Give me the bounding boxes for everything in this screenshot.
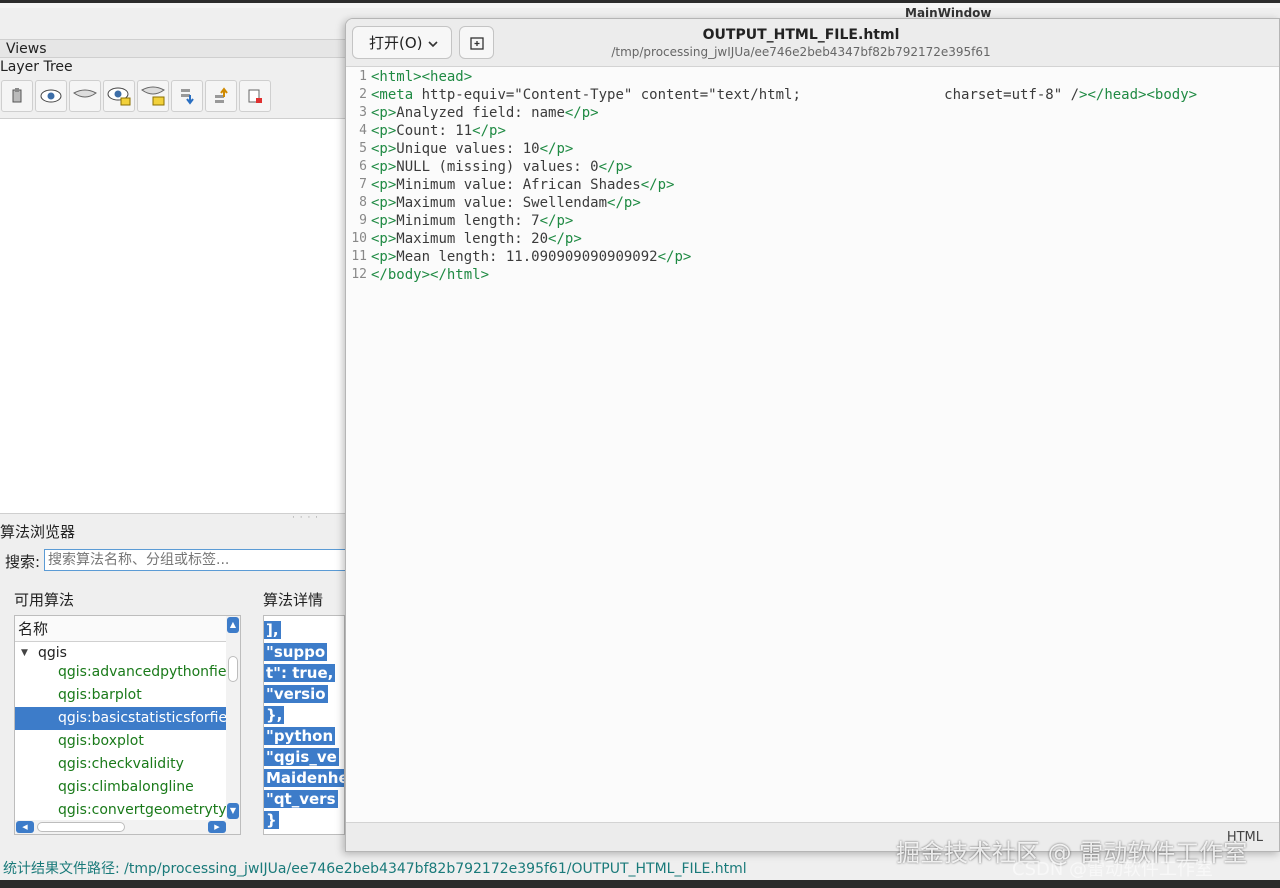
available-algorithms-label: 可用算法 [14, 591, 75, 609]
line-number: 7 [359, 177, 367, 192]
details-line: "versio [264, 685, 328, 703]
code-line: 8 <p>Maximum value: Swellendam</p> [346, 194, 1279, 212]
scroll-down-arrow-icon[interactable]: ▼ [227, 803, 239, 819]
list-item[interactable]: qgis:climbalongline [15, 776, 227, 799]
details-line: "python [264, 727, 336, 745]
line-number: 2 [359, 87, 367, 102]
line-number: 11 [351, 249, 367, 264]
algorithm-details-label: 算法详情 [263, 591, 324, 609]
editor-header-bar: 打开(O) OUTPUT_HTML_FILE.html /tmp/process… [346, 19, 1279, 67]
scroll-right-arrow-icon[interactable]: ▶ [208, 821, 226, 833]
list-item[interactable]: qgis:convertgeometrytype [15, 799, 227, 822]
list-item[interactable]: qgis:advancedpythonfieldcalculator [15, 661, 227, 684]
line-number: 1 [359, 69, 367, 84]
list-item[interactable]: qgis:boxplot [15, 730, 227, 753]
details-line: "qt_vers [264, 790, 338, 808]
layer-tree-title: Layer Tree [0, 59, 73, 75]
line-number: 3 [359, 105, 367, 120]
open-button-label: 打开(O) [369, 34, 423, 52]
horizontal-scrollbar[interactable]: ◀ ▶ [15, 820, 240, 834]
code-line: 9 <p>Minimum length: 7</p> [346, 212, 1279, 230]
file-title: OUTPUT_HTML_FILE.html [702, 27, 900, 43]
list-item-selected[interactable]: qgis:basicstatisticsforfields [15, 707, 227, 730]
layer-toolbar [0, 80, 345, 116]
scroll-left-arrow-icon[interactable]: ◀ [16, 821, 34, 833]
code-line: 2 <meta http-equiv="Content-Type" content… [346, 86, 1279, 104]
text-editor-window: 打开(O) OUTPUT_HTML_FILE.html /tmp/process… [345, 18, 1280, 852]
eye-icon[interactable] [35, 80, 67, 112]
algorithm-details-panel[interactable]: ], "suppo t": true, "versio }, "python "… [263, 615, 345, 835]
code-text: <p>Maximum length: 20</p> [371, 231, 582, 247]
code-line: 6 <p>NULL (missing) values: 0</p> [346, 158, 1279, 176]
horizontal-scroll-thumb[interactable] [37, 822, 125, 832]
chevron-down-icon [427, 36, 439, 54]
code-text: </body></html> [371, 267, 490, 283]
move-up-icon[interactable] [205, 80, 237, 112]
details-line: t": true, [264, 664, 336, 682]
code-line: 12 </body></html> [346, 266, 1279, 284]
watermark: CSDN @雷动软件工作室 [1012, 859, 1214, 880]
line-number: 10 [351, 231, 367, 246]
list-header-name[interactable]: 名称 [15, 616, 227, 642]
vertical-scrollbar[interactable]: ▲ ▼ [226, 616, 240, 820]
details-line: }, [264, 706, 285, 724]
search-label: 搜索: [5, 553, 41, 571]
views-menu[interactable]: Views [0, 39, 345, 58]
code-line: 3 <p>Analyzed field: name</p> [346, 104, 1279, 122]
line-number: 6 [359, 159, 367, 174]
details-line: "suppo [264, 643, 328, 661]
code-editor-area[interactable]: 1 <html><head> 2 <meta http-equiv="Content… [346, 68, 1279, 822]
title-bar [0, 3, 1280, 8]
line-number: 5 [359, 141, 367, 156]
code-line: 7 <p>Minimum value: African Shades</p> [346, 176, 1279, 194]
collapse-icon[interactable] [69, 80, 101, 112]
list-item[interactable]: qgis:barplot [15, 684, 227, 707]
eye-filter-icon[interactable] [103, 80, 135, 112]
algorithm-list[interactable]: 名称 ▼ qgis qgis:advancedpythonfieldcalcul… [14, 615, 241, 835]
code-line: 1 <html><head> [346, 68, 1279, 86]
code-text: <html><head> [371, 69, 473, 85]
expand-all-icon[interactable] [137, 80, 169, 112]
code-text: <p>Analyzed field: name</p> [371, 105, 599, 121]
bottom-window-frame [0, 880, 1280, 888]
code-text: <p>Minimum length: 7</p> [371, 213, 574, 229]
algorithm-browser-title: 算法浏览器 [0, 523, 76, 541]
line-number: 9 [359, 213, 367, 228]
details-line: "qgis_ve [264, 748, 339, 766]
new-tab-icon [469, 36, 484, 50]
code-line: 10 <p>Maximum length: 20</p> [346, 230, 1279, 248]
code-line: 4 <p>Count: 11</p> [346, 122, 1279, 140]
line-number: 12 [351, 267, 367, 282]
layer-tree-panel[interactable] [0, 118, 345, 514]
search-input[interactable] [44, 549, 364, 571]
code-line: 11 <p>Mean length: 11.090909090909092</p> [346, 248, 1279, 266]
file-path: /tmp/processing_jwIJUa/ee746e2beb4347bf8… [611, 45, 991, 59]
vertical-scroll-thumb[interactable] [228, 656, 238, 682]
splitter-handle[interactable]: · · · · [292, 513, 319, 523]
new-tab-button[interactable] [459, 26, 494, 59]
code-text: <p>Unique values: 10</p> [371, 141, 574, 157]
details-line: Maidenhe [264, 768, 344, 788]
line-number: 4 [359, 123, 367, 138]
list-item[interactable]: qgis:checkvalidity [15, 753, 227, 776]
scroll-up-arrow-icon[interactable]: ▲ [227, 617, 239, 633]
open-layer-styling-icon[interactable] [1, 80, 33, 112]
code-text: <p>Maximum value: Swellendam</p> [371, 195, 641, 211]
open-button[interactable]: 打开(O) [352, 26, 452, 59]
details-line: } [264, 811, 279, 829]
details-line: ], [264, 621, 281, 639]
line-number: 8 [359, 195, 367, 210]
code-text: <meta http-equiv="Content-Type" content=… [371, 87, 1198, 103]
code-line: 5 <p>Unique values: 10</p> [346, 140, 1279, 158]
code-text: <p>Minimum value: African Shades</p> [371, 177, 675, 193]
code-text: <p>Count: 11</p> [371, 123, 506, 139]
code-text: <p>Mean length: 11.090909090909092</p> [371, 249, 692, 265]
remove-layer-icon[interactable] [239, 80, 271, 112]
move-down-icon[interactable] [171, 80, 203, 112]
code-text: <p>NULL (missing) values: 0</p> [371, 159, 633, 175]
